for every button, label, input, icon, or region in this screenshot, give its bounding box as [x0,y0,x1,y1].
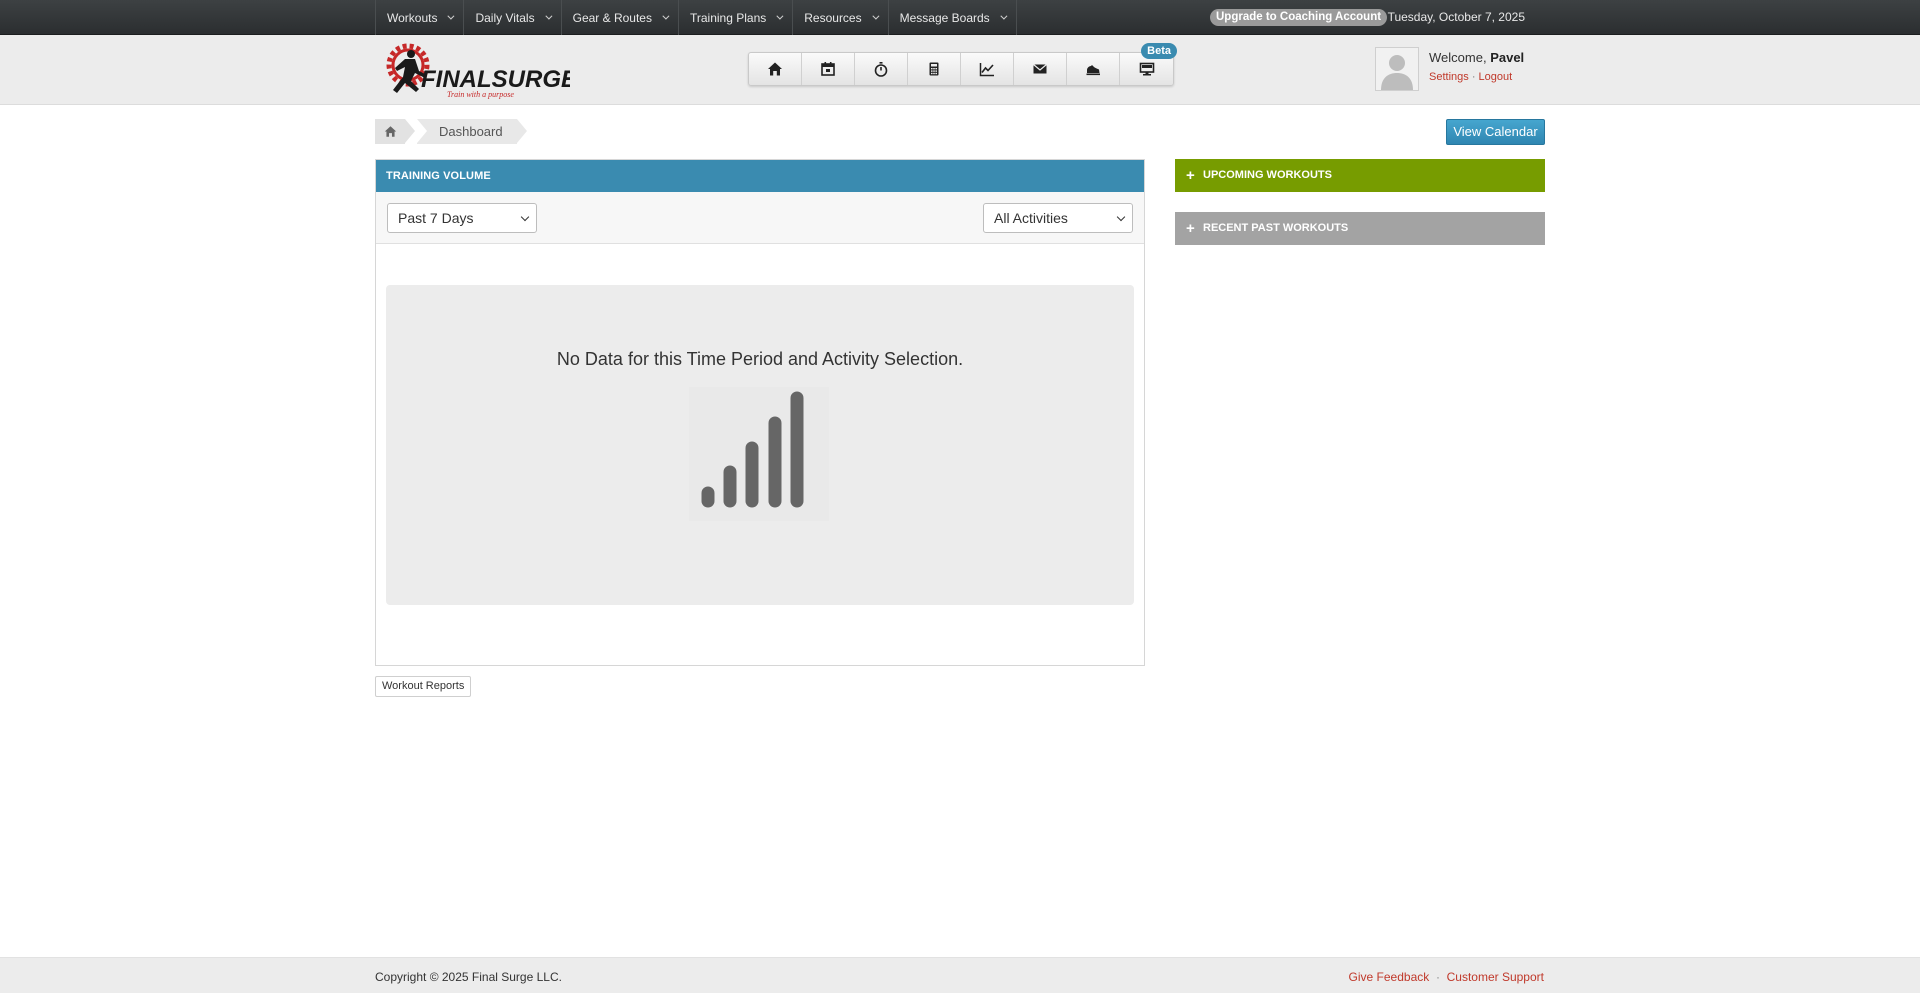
user-silhouette-icon [1376,48,1418,90]
workout-reports-button[interactable]: Workout Reports [375,676,472,697]
upcoming-workouts-title: UPCOMING WORKOUTS [1203,169,1332,181]
avatar[interactable] [1375,47,1419,91]
activity-value: All Activities [994,210,1068,226]
plus-icon: + [1186,167,1195,184]
no-data-box: No Data for this Time Period and Activit… [386,285,1134,605]
give-feedback-link[interactable]: Give Feedback [1349,970,1430,984]
user-name: Pavel [1490,50,1525,65]
svg-text:Train with a purpose: Train with a purpose [447,90,514,99]
chevron-down-icon [520,212,530,222]
training-volume-title: TRAINING VOLUME [376,160,1144,192]
menu-resources-label: Resources [804,10,862,25]
site-header: FINALSURGE Train with a purpose Beta Wel… [0,35,1920,105]
menu-gear-routes-label: Gear & Routes [572,10,652,25]
home-icon [768,62,782,76]
home-button[interactable] [749,53,802,85]
time-period-value: Past 7 Days [398,210,474,226]
recent-past-workouts-panel[interactable]: + RECENT PAST WORKOUTS [1175,212,1545,245]
calculator-button[interactable] [908,53,961,85]
view-calendar-button[interactable]: View Calendar [1446,119,1545,145]
welcome-prefix: Welcome, [1429,50,1487,65]
welcome-message: Welcome, Pavel [1429,50,1524,65]
beta-badge: Beta [1141,43,1177,59]
monitor-icon [1139,62,1154,76]
quick-access-toolbar: Beta [748,43,1177,86]
recent-workouts-title: RECENT PAST WORKOUTS [1203,222,1349,234]
shoe-icon [1086,65,1100,76]
menu-message-boards-label: Message Boards [899,10,990,25]
settings-link[interactable]: Settings [1429,71,1469,83]
menu-training-plans[interactable]: Training Plans [679,0,794,35]
top-navigation-inner: Workouts Daily Vitals Gear & Routes Trai… [375,0,1525,35]
svg-text:FINALSURGE: FINALSURGE [421,66,570,93]
calendar-button[interactable] [802,53,855,85]
customer-support-link[interactable]: Customer Support [1447,970,1544,984]
calendar-icon [821,62,835,76]
upcoming-workouts-panel[interactable]: + UPCOMING WORKOUTS [1175,159,1545,192]
menu-resources[interactable]: Resources [793,0,889,35]
mail-button[interactable] [1014,53,1067,85]
shoe-button[interactable] [1067,53,1120,85]
menu-training-plans-label: Training Plans [689,10,767,25]
breadcrumb: Dashboard [375,119,527,144]
menu-daily-vitals[interactable]: Daily Vitals [464,0,562,35]
chevron-down-icon [544,12,553,20]
user-links: Settings · Logout [1429,71,1512,83]
logout-link[interactable]: Logout [1479,71,1513,83]
training-volume-panel: TRAINING VOLUME Past 7 Days All Activiti… [375,159,1145,666]
mail-icon [1033,64,1047,74]
site-footer: Copyright © 2025 Final Surge LLC. Give F… [0,957,1920,993]
breadcrumb-current: Dashboard [417,119,527,144]
chevron-down-icon [447,12,455,20]
reports-chart-button[interactable] [961,53,1014,85]
chevron-down-icon [662,12,670,20]
footer-separator: · [1435,970,1440,984]
line-chart-icon [979,63,994,77]
upgrade-coaching-button[interactable]: Upgrade to Coaching Account [1210,9,1388,26]
home-icon [384,126,396,137]
footer-links: Give Feedback · Customer Support [1349,970,1544,984]
current-date: Tuesday, October 7, 2025 [1387,10,1525,24]
chevron-down-icon [1116,212,1126,222]
chevron-down-icon [1000,12,1008,20]
menu-workouts-label: Workouts [387,10,438,25]
time-period-select[interactable]: Past 7 Days [387,203,537,233]
training-volume-filters: Past 7 Days All Activities [376,192,1144,244]
menu-gear-routes[interactable]: Gear & Routes [562,0,679,35]
copyright-text: Copyright © 2025 Final Surge LLC. [375,970,562,984]
menu-message-boards[interactable]: Message Boards [889,0,1017,35]
monitor-button[interactable]: Beta [1120,43,1177,85]
plus-icon: + [1186,220,1195,237]
bar-chart-icon [689,387,829,521]
final-surge-logo[interactable]: FINALSURGE Train with a purpose [375,41,578,99]
chevron-down-icon [871,12,880,20]
no-data-message: No Data for this Time Period and Activit… [556,349,964,369]
stopwatch-icon [874,62,888,77]
breadcrumb-home[interactable] [375,119,415,144]
menu-daily-vitals-label: Daily Vitals [475,10,535,25]
main-menu: Workouts Daily Vitals Gear & Routes Trai… [375,0,1017,35]
stopwatch-button[interactable] [855,53,908,85]
user-links-separator: · [1471,71,1476,83]
menu-workouts[interactable]: Workouts [376,0,465,35]
top-navigation-bar: Workouts Daily Vitals Gear & Routes Trai… [0,0,1920,35]
activity-select[interactable]: All Activities [983,203,1133,233]
calculator-icon [929,62,939,76]
chevron-down-icon [776,12,784,20]
